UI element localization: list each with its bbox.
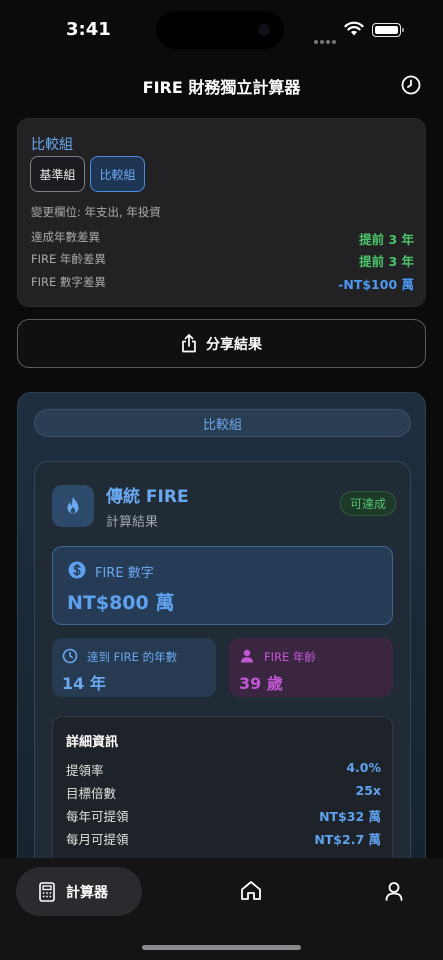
home-icon[interactable]: [240, 880, 262, 901]
detail-row-target-multiple: 目標倍數 25x: [66, 783, 381, 802]
years-to-fire-box: 達到 FIRE 的年數 14 年: [52, 638, 216, 697]
nav-calculator-label: 計算器: [66, 884, 108, 901]
detail-row-annual-withdrawal: 每年可提領 NT$32 萬: [66, 806, 381, 825]
diff-value: 提前 3 年: [359, 232, 414, 247]
details-box: 詳細資訊 提領率 4.0% 目標倍數 25x 每年可提領 NT$32 萬 每月可…: [52, 716, 393, 866]
diff-label: FIRE 數字差異: [31, 275, 106, 289]
share-icon: [182, 334, 196, 353]
compare-group-button[interactable]: 比較組: [90, 156, 145, 192]
dynamic-island: [156, 11, 284, 49]
diff-row-age: FIRE 年齡差異 提前 3 年: [31, 251, 414, 269]
diff-label: 達成年數差異: [31, 230, 100, 244]
detail-value: NT$2.7 萬: [314, 832, 381, 847]
share-label: 分享結果: [206, 336, 262, 353]
fire-number-box: FIRE 數字 NT$800 萬: [52, 546, 393, 625]
detail-row-withdrawal-rate: 提領率 4.0%: [66, 760, 381, 779]
person-icon: [241, 649, 253, 663]
status-time: 3:41: [66, 19, 111, 40]
detail-value: 4.0%: [346, 760, 381, 775]
detail-row-monthly-withdrawal: 每月可提領 NT$2.7 萬: [66, 829, 381, 848]
fire-number-label: FIRE 數字: [95, 566, 154, 581]
result-panel: 比較組 傳統 FIRE 計算結果 可達成 FIRE 數字 NT$800 萬 達到…: [17, 392, 426, 872]
years-value: 14 年: [62, 674, 106, 693]
history-clock-icon[interactable]: [400, 74, 422, 96]
signal-dots-icon: [314, 29, 338, 48]
status-bar: 3:41: [0, 0, 443, 60]
fire-subtitle: 計算結果: [106, 515, 159, 530]
base-group-button[interactable]: 基準組: [30, 156, 85, 192]
app-header: FIRE 財務獨立計算器: [0, 66, 443, 102]
page-title: FIRE 財務獨立計算器: [142, 78, 301, 97]
fire-type-title: 傳統 FIRE: [106, 487, 189, 507]
bottom-nav: 計算器: [0, 858, 443, 960]
diff-row-years: 達成年數差異 提前 3 年: [31, 229, 414, 247]
comparison-title: 比較組: [31, 137, 73, 153]
wifi-icon: [344, 21, 364, 36]
status-badge: 可達成: [340, 491, 397, 516]
traditional-fire-card: 傳統 FIRE 計算結果 可達成 FIRE 數字 NT$800 萬 達到 FIR…: [34, 461, 411, 871]
profile-icon[interactable]: [384, 881, 404, 901]
detail-label: 提領率: [66, 763, 104, 778]
battery-icon: [372, 23, 404, 37]
comparison-card: 比較組 基準組 比較組 變更欄位: 年支出, 年投資 達成年數差異 提前 3 年…: [17, 118, 426, 307]
detail-label: 每年可提領: [66, 809, 129, 824]
fire-age-box: FIRE 年齡 39 歲: [229, 638, 393, 697]
clock-icon: [62, 648, 78, 664]
home-indicator: [142, 945, 301, 950]
fire-number-value: NT$800 萬: [67, 592, 175, 614]
share-result-button[interactable]: 分享結果: [17, 319, 426, 368]
dollar-icon: [68, 561, 86, 579]
age-label: FIRE 年齡: [264, 650, 316, 664]
detail-value: NT$32 萬: [319, 809, 381, 824]
changed-fields-text: 變更欄位: 年支出, 年投資: [31, 205, 161, 219]
diff-label: FIRE 年齡差異: [31, 252, 106, 266]
diff-value: -NT$100 萬: [338, 277, 414, 292]
fire-icon: [52, 485, 94, 527]
calculator-icon: [39, 881, 55, 902]
group-label-pill: 比較組: [34, 409, 411, 437]
details-title: 詳細資訊: [66, 735, 119, 750]
diff-value: 提前 3 年: [359, 254, 414, 269]
years-label: 達到 FIRE 的年數: [87, 650, 178, 664]
age-value: 39 歲: [239, 674, 283, 693]
diff-row-fire-number: FIRE 數字差異 -NT$100 萬: [31, 274, 414, 292]
detail-label: 目標倍數: [66, 786, 117, 801]
detail-value: 25x: [355, 783, 381, 798]
nav-calculator-tab[interactable]: 計算器: [16, 867, 142, 916]
detail-label: 每月可提領: [66, 832, 129, 847]
